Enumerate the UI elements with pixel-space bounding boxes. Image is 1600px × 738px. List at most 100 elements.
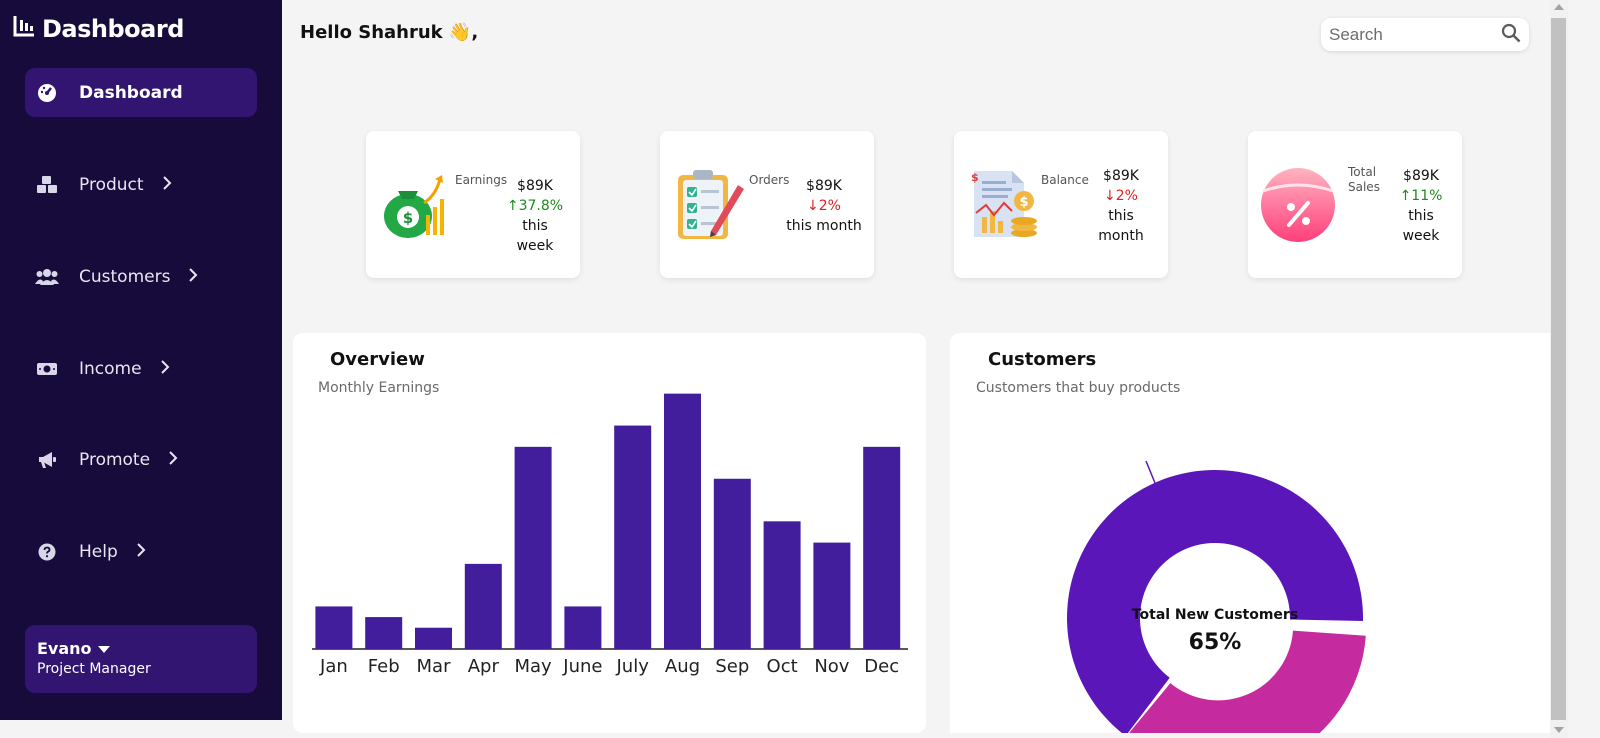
search-icon[interactable] <box>1501 23 1521 47</box>
cubes-icon <box>35 175 59 195</box>
stat-change: ↓2% <box>807 198 841 214</box>
bar-apr[interactable] <box>464 563 502 649</box>
chevron-right-icon <box>168 450 178 469</box>
sidebar-item-customers[interactable]: Customers <box>25 252 257 301</box>
stat-values: $89K ↑37.8% this week <box>502 176 568 256</box>
sidebar-item-label: Dashboard <box>79 82 183 103</box>
stat-label: Total Sales <box>1348 165 1380 195</box>
sidebar-item-label: Customers <box>79 266 171 287</box>
profile-name: Evano <box>37 639 92 658</box>
sidebar-item-label: Help <box>79 541 118 562</box>
bar-oct[interactable] <box>763 521 801 649</box>
bar-mar[interactable] <box>415 627 452 649</box>
user-profile[interactable]: Evano Project Manager <box>25 625 257 693</box>
sidebar-item-dashboard[interactable]: Dashboard <box>25 68 257 117</box>
bar-sep[interactable] <box>713 478 751 649</box>
stat-value: $89K <box>806 178 842 194</box>
donut-center-label: Total New Customers <box>1132 607 1298 623</box>
search-input[interactable] <box>1329 24 1489 45</box>
stat-change: ↓2% <box>1104 188 1138 204</box>
report-coins-icon: $ $ <box>968 167 1040 247</box>
stat-period: this <box>1108 208 1134 224</box>
sidebar-item-help[interactable]: Help <box>25 527 257 576</box>
stat-label: Balance <box>1041 173 1089 187</box>
x-tick-label: Jan <box>319 656 348 677</box>
clipboard-icon <box>676 167 746 247</box>
bar-dec[interactable] <box>863 446 901 649</box>
x-tick-label: Sep <box>715 656 749 677</box>
stat-card-earnings: $ Earnings $89K ↑37.8% this week <box>366 131 580 278</box>
bar-july[interactable] <box>614 425 652 649</box>
scroll-up-arrow-icon[interactable] <box>1554 4 1564 10</box>
caret-down-icon <box>97 639 110 658</box>
brand[interactable]: Dashboard <box>12 14 184 44</box>
stat-label-line: Total <box>1348 165 1377 179</box>
scroll-down-arrow-icon[interactable] <box>1554 727 1564 733</box>
percent-tag-icon <box>1258 165 1338 249</box>
stat-label: Earnings <box>455 173 508 187</box>
stat-value: $89K <box>1103 168 1139 184</box>
search-box[interactable] <box>1321 18 1529 51</box>
stat-period: this month <box>786 218 862 234</box>
x-tick-label: June <box>562 656 602 677</box>
stat-values: $89K ↓2% this month <box>786 176 862 236</box>
chevron-right-icon <box>160 359 170 378</box>
brand-title: Dashboard <box>42 15 184 43</box>
bar-june[interactable] <box>564 606 602 649</box>
chevron-right-icon <box>162 175 172 194</box>
x-tick-label: Apr <box>468 656 500 677</box>
x-tick-label: Feb <box>368 656 400 677</box>
sidebar-item-label: Product <box>79 174 144 195</box>
stat-card-total-sales: Total Sales $89K ↑11% this week <box>1248 131 1462 278</box>
x-tick-label: Mar <box>417 656 452 677</box>
scrollbar-thumb[interactable] <box>1551 18 1566 720</box>
stat-change: ↑37.8% <box>506 198 564 214</box>
sidebar: Dashboard Dashboard Product Customers In… <box>0 0 282 720</box>
profile-role: Project Manager <box>37 661 151 677</box>
x-tick-label: Aug <box>665 656 700 677</box>
bar-feb[interactable] <box>365 617 403 649</box>
stat-card-balance: $ $ Balance $89K ↓2% this month <box>954 131 1168 278</box>
users-icon <box>35 268 59 286</box>
customers-donut-chart: Total New Customers 65% <box>1067 460 1366 733</box>
x-tick-label: May <box>514 656 552 677</box>
question-circle-icon <box>35 543 59 561</box>
x-tick-label: July <box>616 656 650 677</box>
stat-period: this <box>1408 208 1434 224</box>
bar-may[interactable] <box>514 446 552 649</box>
donut-center-value: 65% <box>1189 630 1242 655</box>
stat-values: $89K ↓2% this month <box>1094 166 1148 246</box>
bar-aug[interactable] <box>664 393 701 649</box>
stat-values: $89K ↑11% this week <box>1394 166 1448 246</box>
bar-jan[interactable] <box>315 606 353 649</box>
megaphone-icon <box>35 450 59 470</box>
stat-period: month <box>1098 228 1144 244</box>
money-icon <box>35 361 59 377</box>
sidebar-item-label: Promote <box>79 449 151 470</box>
sidebar-item-product[interactable]: Product <box>25 160 257 209</box>
customers-card: Customers Customers that buy products To… <box>950 333 1550 733</box>
speedometer-icon <box>35 83 59 103</box>
x-tick-label: Dec <box>864 656 899 677</box>
sidebar-item-promote[interactable]: Promote <box>25 435 257 484</box>
stat-change: ↑11% <box>1399 188 1443 204</box>
stat-card-orders: Orders $89K ↓2% this month <box>660 131 874 278</box>
donut-leader-line <box>1145 460 1156 484</box>
dashboard-logo-icon <box>12 14 36 44</box>
stat-value: $89K <box>517 178 553 194</box>
svg-text:$: $ <box>971 171 979 184</box>
stat-label-line: Sales <box>1348 180 1380 194</box>
stat-period: week <box>1402 228 1440 244</box>
chevron-right-icon <box>188 267 198 286</box>
stat-period: this week <box>516 218 554 254</box>
monthly-earnings-chart: Jan Feb Mar Apr May June July Aug Sep Oct Nov Dec <box>312 393 908 677</box>
sidebar-item-income[interactable]: Income <box>25 344 257 393</box>
x-tick-label: Oct <box>767 656 798 677</box>
money-bag-icon: $ <box>380 171 452 247</box>
bar-nov[interactable] <box>813 542 851 649</box>
stat-value: $89K <box>1403 168 1439 184</box>
page-greeting: Hello Shahruk 👋, <box>300 22 479 43</box>
svg-text:$: $ <box>403 209 413 227</box>
svg-text:$: $ <box>1019 195 1028 210</box>
chevron-right-icon <box>136 542 146 561</box>
